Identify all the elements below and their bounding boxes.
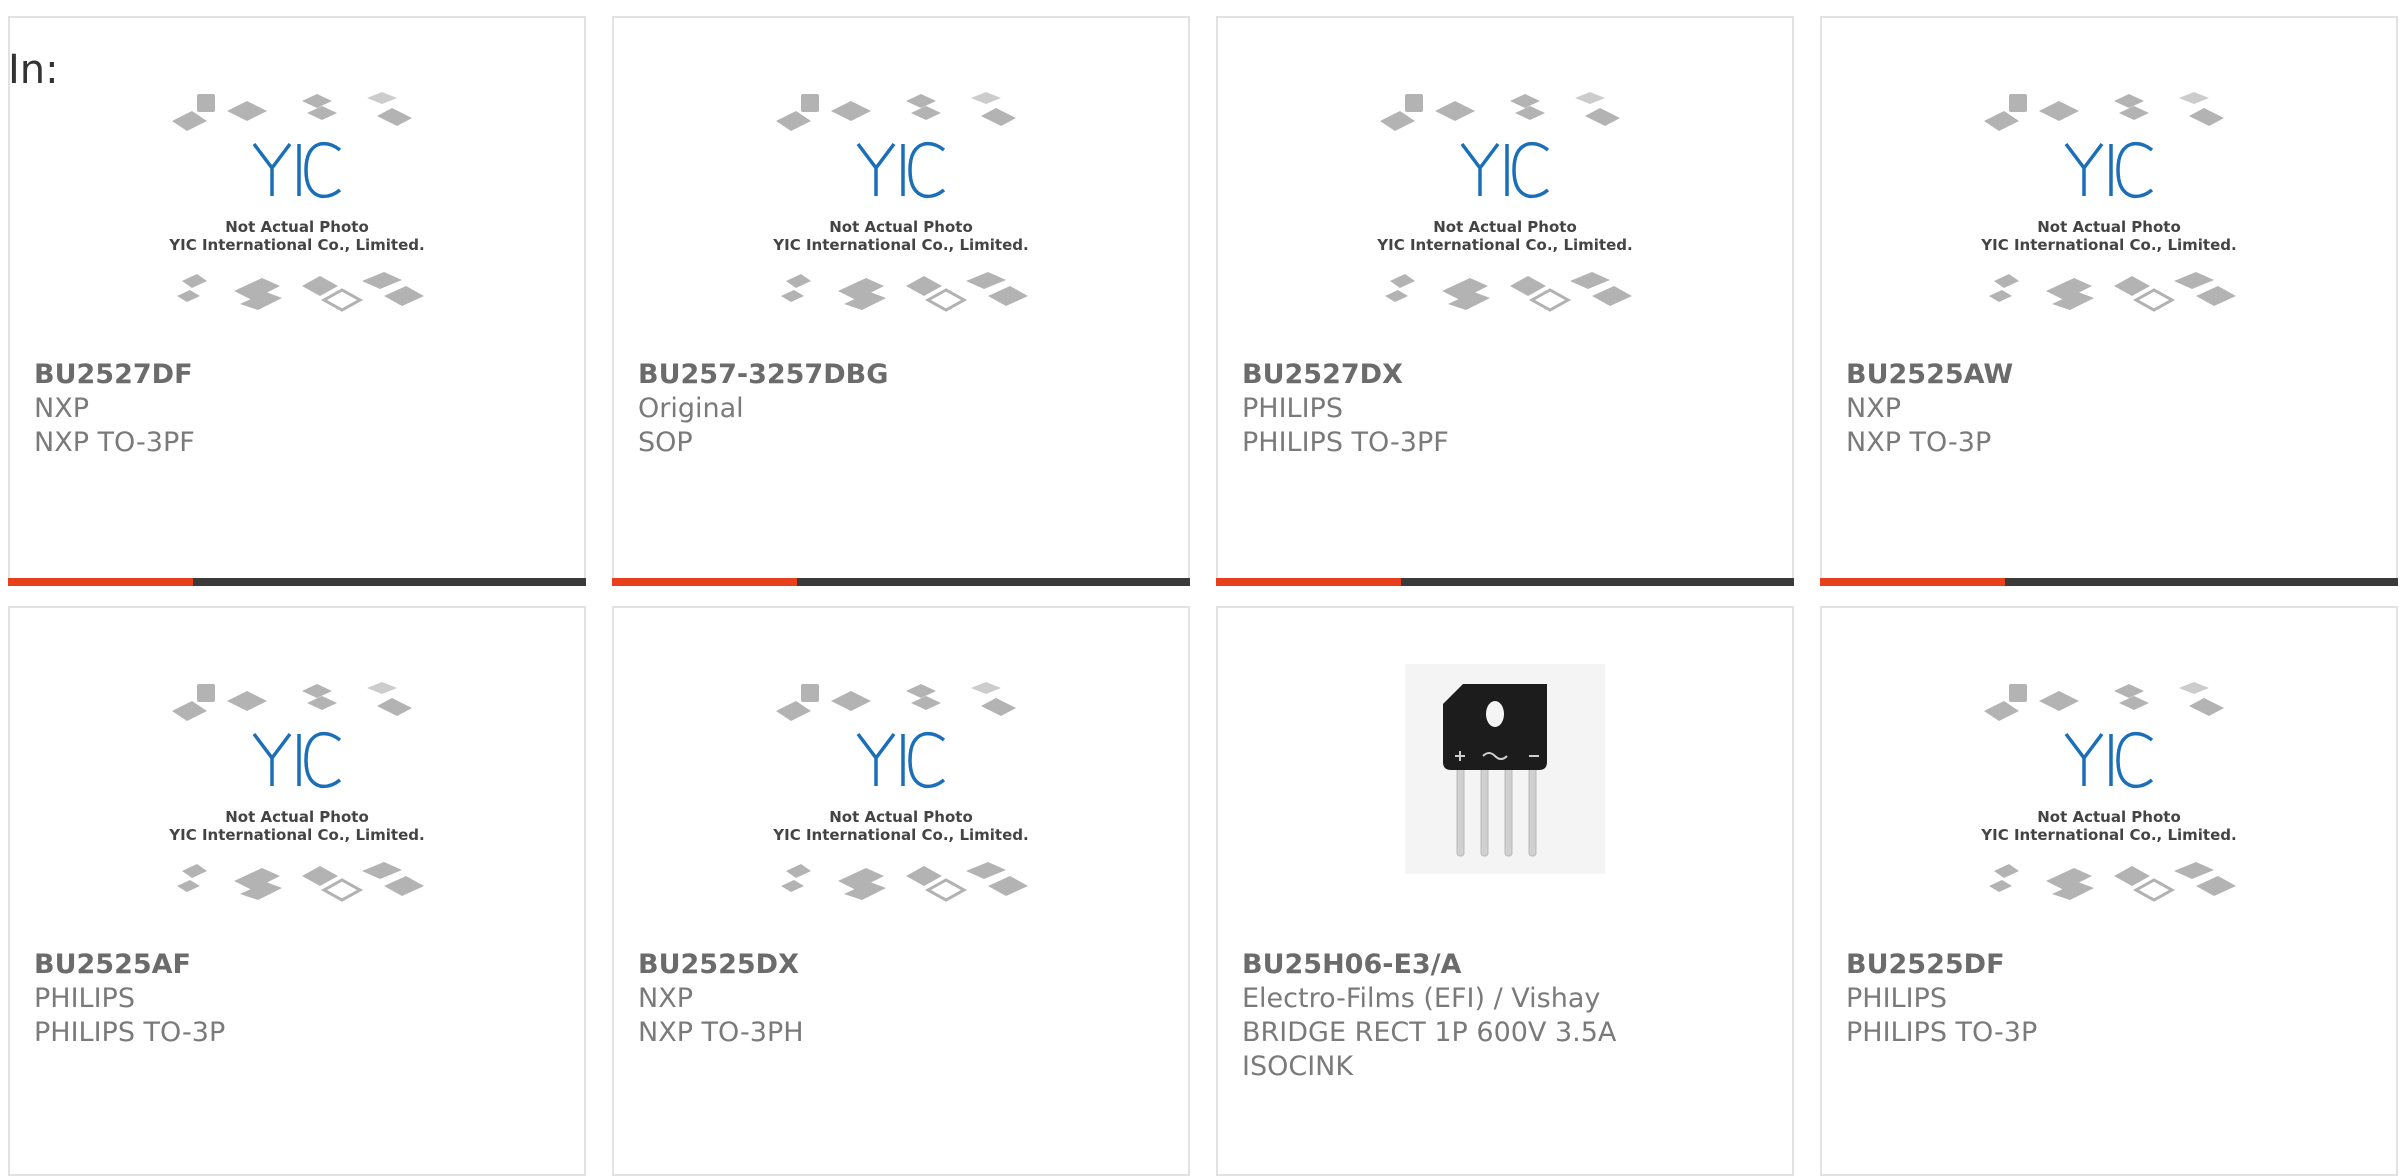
placeholder-caption-2: YIC International Co., Limited. <box>168 236 424 254</box>
placeholder-caption-1: Not Actual Photo <box>2037 808 2181 826</box>
product-card[interactable]: Not Actual Photo YIC International Co., … <box>1820 16 2398 586</box>
product-image[interactable]: Not Actual Photo YIC International Co., … <box>1822 676 2396 956</box>
placeholder-caption-2: YIC International Co., Limited. <box>772 826 1028 844</box>
placeholder-caption-2: YIC International Co., Limited. <box>1376 236 1632 254</box>
product-image[interactable]: Not Actual Photo YIC International Co., … <box>614 676 1188 956</box>
manufacturer-text: NXP <box>638 983 693 1014</box>
card-progress-accent <box>612 578 797 586</box>
manufacturer-text: PHILIPS <box>1242 393 1343 424</box>
manufacturer-text: PHILIPS <box>1846 983 1947 1014</box>
manufacturer-text: Original <box>638 393 744 424</box>
part-number-link[interactable]: BU2525DX <box>638 948 799 982</box>
placeholder-caption-1: Not Actual Photo <box>1433 218 1577 236</box>
part-number-link[interactable]: BU25H06-E3/A <box>1242 948 1461 982</box>
placeholder-caption-2: YIC International Co., Limited. <box>772 236 1028 254</box>
placeholder-caption-1: Not Actual Photo <box>2037 218 2181 236</box>
placeholder-caption-1: Not Actual Photo <box>225 218 369 236</box>
card-progress-bar <box>8 578 586 586</box>
placeholder-caption-2: YIC International Co., Limited. <box>168 826 424 844</box>
product-card[interactable]: BU25H06-E3/A Electro-Films (EFI) / Vishay… <box>1216 606 1794 1176</box>
placeholder-caption-2: YIC International Co., Limited. <box>1980 826 2236 844</box>
product-card[interactable]: Not Actual Photo YIC International Co., … <box>8 606 586 1176</box>
part-number-link[interactable]: BU2527DF <box>34 358 193 392</box>
product-image[interactable]: Not Actual Photo YIC International Co., … <box>10 86 584 366</box>
description-text: NXP TO-3PF <box>34 427 195 458</box>
part-number-link[interactable]: BU2525AF <box>34 948 191 982</box>
card-progress-accent <box>1216 578 1401 586</box>
part-number-link[interactable]: BU2527DX <box>1242 358 1403 392</box>
manufacturer-text: NXP <box>34 393 89 424</box>
placeholder-logo-icon: Not Actual Photo YIC International Co., … <box>168 92 425 312</box>
filter-label: In: <box>8 47 59 93</box>
part-number-link[interactable]: BU257-3257DBG <box>638 358 888 392</box>
placeholder-logo-icon: Not Actual Photo YIC International Co., … <box>772 92 1029 312</box>
product-image[interactable]: Not Actual Photo YIC International Co., … <box>1822 86 2396 366</box>
manufacturer-text: Electro-Films (EFI) / Vishay <box>1242 983 1601 1014</box>
product-image[interactable]: Not Actual Photo YIC International Co., … <box>10 676 584 956</box>
description-text: PHILIPS TO-3P <box>1846 1017 2038 1048</box>
description-text: PHILIPS TO-3PF <box>1242 427 1449 458</box>
placeholder-logo-icon: Not Actual Photo YIC International Co., … <box>168 682 425 902</box>
product-card[interactable]: Not Actual Photo YIC International Co., … <box>1820 606 2398 1176</box>
product-card[interactable]: Not Actual Photo YIC International Co., … <box>612 606 1190 1176</box>
manufacturer-text: PHILIPS <box>34 983 135 1014</box>
description-text: SOP <box>638 427 693 458</box>
placeholder-caption-2: YIC International Co., Limited. <box>1980 236 2236 254</box>
placeholder-logo-icon: Not Actual Photo YIC International Co., … <box>1376 92 1633 312</box>
product-card[interactable]: Not Actual Photo YIC International Co., … <box>1216 16 1794 586</box>
product-card[interactable]: Not Actual Photo YIC International Co., … <box>612 16 1190 586</box>
product-image[interactable] <box>1218 664 1792 944</box>
placeholder-logo-icon: Not Actual Photo YIC International Co., … <box>1980 682 2237 902</box>
part-number-link[interactable]: BU2525AW <box>1846 358 2013 392</box>
placeholder-logo-icon: Not Actual Photo YIC International Co., … <box>1980 92 2237 312</box>
description-text: BRIDGE RECT 1P 600V 3.5A <box>1242 1017 1617 1048</box>
description-text-2: ISOCINK <box>1242 1051 1354 1082</box>
product-card[interactable]: Not Actual Photo YIC International Co., … <box>8 16 586 586</box>
placeholder-logo-icon: Not Actual Photo YIC International Co., … <box>772 682 1029 902</box>
card-progress-bar <box>1820 578 2398 586</box>
manufacturer-text: NXP <box>1846 393 1901 424</box>
part-number-link[interactable]: BU2525DF <box>1846 948 2005 982</box>
placeholder-caption-1: Not Actual Photo <box>829 218 973 236</box>
placeholder-caption-1: Not Actual Photo <box>225 808 369 826</box>
description-text: NXP TO-3P <box>1846 427 1992 458</box>
card-progress-accent <box>8 578 193 586</box>
description-text: PHILIPS TO-3P <box>34 1017 226 1048</box>
placeholder-caption-1: Not Actual Photo <box>829 808 973 826</box>
card-progress-bar <box>612 578 1190 586</box>
card-progress-accent <box>1820 578 2005 586</box>
bridge-rectifier-photo-icon <box>1405 664 1605 874</box>
product-image[interactable]: Not Actual Photo YIC International Co., … <box>614 86 1188 366</box>
card-progress-bar <box>1216 578 1794 586</box>
description-text: NXP TO-3PH <box>638 1017 804 1048</box>
product-image[interactable]: Not Actual Photo YIC International Co., … <box>1218 86 1792 366</box>
